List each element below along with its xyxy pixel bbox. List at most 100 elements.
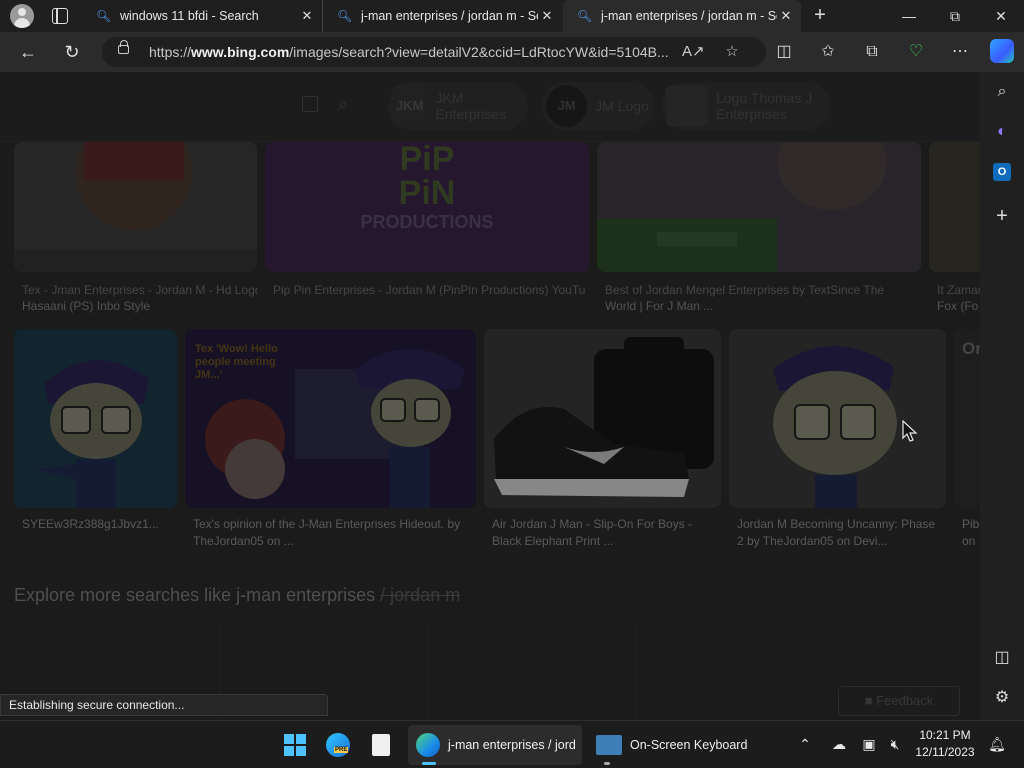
status-bar: Establishing secure connection... (0, 694, 328, 716)
outlook-icon[interactable]: O (990, 160, 1014, 184)
cartoon-image (597, 142, 921, 272)
image-caption[interactable]: Tex's opinion of the J-Man Enterprises H… (193, 516, 476, 533)
image-caption[interactable]: TheJordan05 on ... (193, 533, 476, 550)
chip-label: JKM Enterprises (435, 90, 507, 122)
image-result[interactable] (484, 329, 721, 508)
chevron-up-icon[interactable]: ⌃ (794, 733, 816, 755)
collections-icon[interactable]: ⧉ (860, 40, 884, 64)
image-caption[interactable]: Jordan M Becoming Uncanny: Phase (737, 516, 946, 533)
on-screen-keyboard-taskbar-app[interactable]: On-Screen Keyboard (592, 725, 752, 765)
restore-button[interactable]: ⧉ (932, 0, 978, 32)
search-icon: 🔍︎ (96, 9, 112, 23)
image-result[interactable] (929, 142, 980, 272)
image-caption[interactable]: Best of Jordan Mengel Enterprises by Tex… (605, 282, 917, 298)
explore-placeholder (428, 624, 628, 720)
image-result[interactable]: Or (954, 329, 980, 508)
search-icon: 🔍︎ (337, 9, 353, 23)
image-caption[interactable]: on (962, 533, 980, 550)
chip-thumb: JKM (392, 85, 428, 127)
image-caption[interactable]: 2 by TheJordan05 on Devi... (737, 533, 946, 550)
tab-actions-icon[interactable] (52, 8, 68, 24)
image-result[interactable] (597, 142, 921, 272)
favorites-icon[interactable]: ✩ (816, 40, 840, 64)
edge-sidebar: ⌕ ◐ O + ◫ ⚙ (980, 72, 1024, 720)
copilot-icon[interactable] (990, 39, 1014, 63)
new-tab-button[interactable]: + (808, 4, 832, 28)
edge-preview-taskbar-icon[interactable]: PRE (326, 725, 356, 765)
system-clock[interactable]: 10:21 PM 12/11/2023 (912, 727, 978, 761)
more-options-icon[interactable]: ⋯ (948, 40, 972, 64)
chip-thumb: JM (546, 85, 588, 127)
profile-avatar[interactable] (10, 4, 34, 28)
search-icon[interactable]: ⌕ (338, 94, 348, 115)
image-caption[interactable]: It Zaman (937, 282, 980, 298)
image-caption[interactable]: Pib (962, 516, 980, 533)
tab-windows-bfdi[interactable]: 🔍︎ windows 11 bfdi - Search ✕ (82, 0, 322, 32)
image-result[interactable] (729, 329, 946, 508)
image-result[interactable] (14, 142, 257, 272)
keyboard-icon (596, 735, 622, 755)
edge-taskbar-app[interactable]: j-man enterprises / jord (408, 725, 582, 765)
favorite-star-icon[interactable]: ☆ (722, 42, 742, 62)
clock-date: 12/11/2023 (915, 745, 975, 759)
copilot-sidebar-icon[interactable]: ◐ (990, 120, 1014, 144)
image-caption[interactable]: Black Elephant Print ... (492, 533, 721, 550)
chip-label: JM Logo (595, 98, 649, 114)
image-caption[interactable]: Hasaani (PS) Inbo Style (22, 298, 258, 314)
image-caption[interactable]: Fox (Fo (937, 298, 980, 314)
tab-jman-1[interactable]: 🔍︎ j-man enterprises / jordan m - Se ✕ (322, 0, 562, 32)
image-caption[interactable]: SYEEw3Rz388g1Jbvz1... (22, 516, 178, 533)
edge-icon (416, 733, 440, 757)
refresh-icon[interactable]: ↻ (60, 40, 84, 64)
windows-start-icon[interactable] (284, 734, 306, 756)
image-result[interactable] (14, 329, 177, 508)
cloud-offline-icon[interactable]: ☁ (828, 733, 850, 755)
close-window-button[interactable]: ✕ (978, 0, 1024, 32)
avatar-head (18, 8, 26, 16)
settings-gear-icon[interactable]: ⚙ (990, 686, 1014, 710)
hide-sidebar-icon[interactable]: ◫ (990, 646, 1014, 670)
read-aloud-icon[interactable]: A↗ (682, 42, 705, 62)
network-icon[interactable]: ▣ (858, 733, 880, 755)
back-icon[interactable]: ← (16, 40, 40, 64)
related-chip-jkm[interactable]: JKM JKM Enterprises (388, 82, 528, 130)
cartoon-image (14, 142, 257, 272)
address-url[interactable]: https://www.bing.com/images/search?view=… (149, 44, 669, 60)
search-icon[interactable]: ⌕ (990, 80, 1014, 104)
close-icon[interactable]: ✕ (538, 8, 556, 24)
visual-search-icon[interactable] (302, 96, 318, 112)
shoe-and-bag-image (484, 329, 721, 508)
feedback-button[interactable]: ■ Feedback (838, 686, 960, 716)
tab-strip: 🔍︎ windows 11 bfdi - Search ✕ 🔍︎ j-man e… (0, 0, 1024, 32)
address-bar[interactable]: https://www.bing.com/images/search?view=… (102, 37, 766, 67)
notification-bell-icon[interactable]: 🔔︎ (986, 733, 1008, 755)
related-searches-bar: ⌕ JKM JKM Enterprises JM JM Logo Logo Th… (0, 72, 980, 142)
add-sidebar-app-icon[interactable]: + (990, 204, 1014, 228)
mouse-cursor-icon (902, 420, 918, 442)
browser-essentials-icon[interactable]: ♡ (904, 40, 928, 64)
image-caption[interactable]: Tex - Jman Enterprises - Jordan M - Hd L… (22, 282, 258, 298)
pip-pin-logo: PiP PiN PRODUCTIONS (360, 142, 494, 232)
close-icon[interactable]: ✕ (777, 8, 795, 24)
image-caption[interactable]: World | For J Man ... (605, 298, 917, 314)
volume-muted-icon[interactable]: 🔇︎ (884, 733, 906, 755)
feedback-icon: ■ (864, 693, 873, 708)
tab-jman-active[interactable]: 🔍︎ j-man enterprises / jordan m - Se ✕ (563, 0, 801, 32)
explore-placeholder (636, 624, 836, 720)
lock-icon[interactable] (118, 40, 129, 54)
file-taskbar-icon[interactable] (372, 725, 398, 765)
close-icon[interactable]: ✕ (298, 8, 316, 24)
split-screen-icon[interactable]: ◫ (772, 40, 796, 64)
related-chip-jm-logo[interactable]: JM JM Logo (542, 82, 654, 130)
chip-thumb (666, 85, 708, 127)
search-icon: 🔍︎ (577, 9, 593, 23)
windows-taskbar: PRE j-man enterprises / jord On-Screen K… (0, 720, 1024, 768)
image-result[interactable]: Tex 'Wow! Hello people meeting JM...' (185, 329, 476, 508)
clock-time: 10:21 PM (919, 728, 971, 742)
image-result[interactable]: PiP PiN PRODUCTIONS (265, 142, 589, 272)
image-caption[interactable]: Air Jordan J Man - Slip-On For Boys - (492, 516, 721, 533)
jordan-m-cartoon (14, 329, 177, 508)
related-chip-thomas[interactable]: Logo Thomas J Enterprises (662, 82, 830, 130)
image-caption[interactable]: Pip Pin Enterprises - Jordan M (PinPin P… (273, 282, 585, 298)
minimize-button[interactable]: — (886, 0, 932, 32)
